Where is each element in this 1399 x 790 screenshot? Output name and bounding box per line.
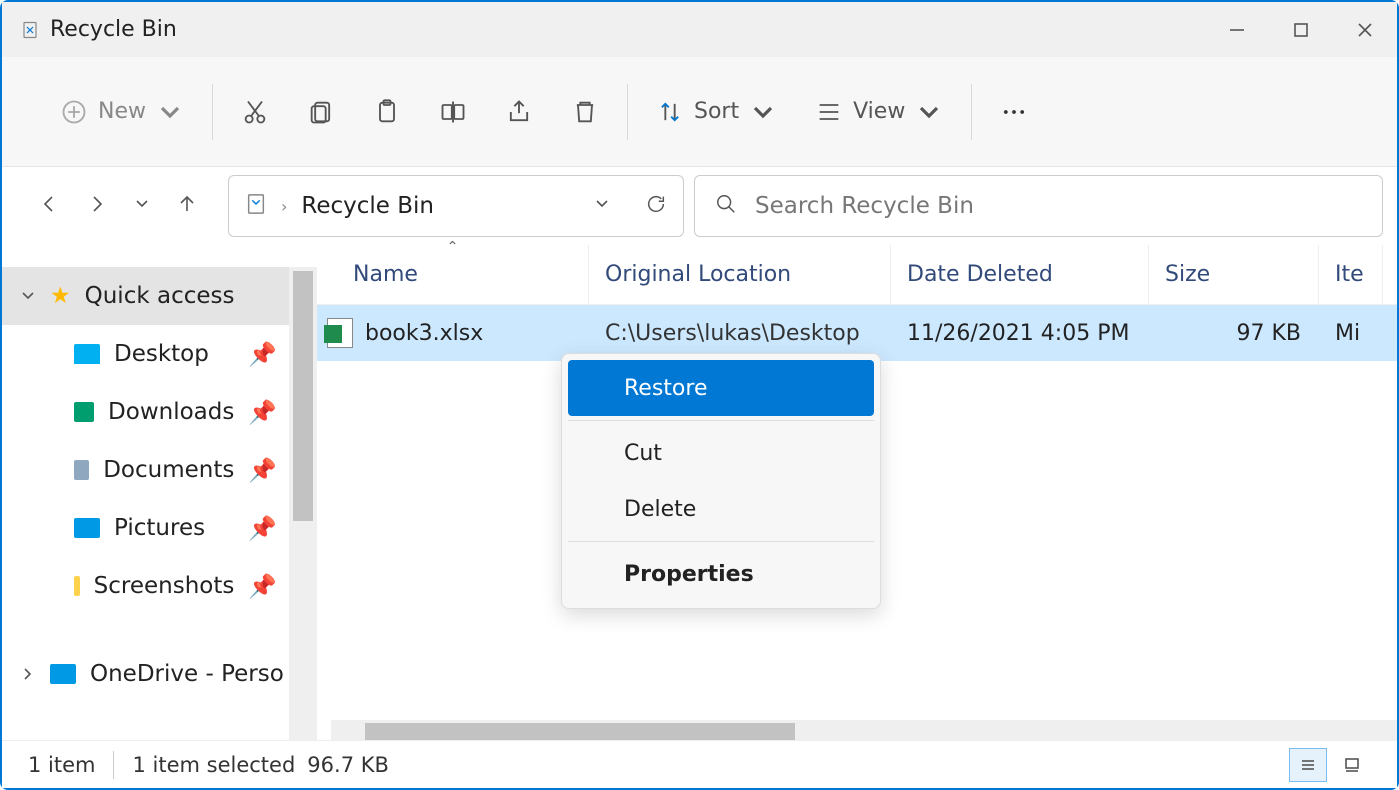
view-button[interactable]: View [815, 98, 943, 126]
maximize-button[interactable] [1269, 2, 1333, 57]
horizontal-scrollbar-thumb[interactable] [365, 723, 795, 741]
back-button[interactable] [38, 193, 60, 219]
forward-button[interactable] [86, 193, 108, 219]
chevron-right-icon [20, 666, 36, 682]
sidebar-scrollbar-thumb[interactable] [293, 271, 313, 521]
pin-icon: 📌 [248, 515, 277, 542]
column-header-date-deleted[interactable]: Date Deleted [891, 245, 1149, 304]
folder-icon [74, 344, 100, 364]
sidebar-item-screenshots[interactable]: Screenshots 📌 [2, 557, 317, 615]
chevron-down-icon [749, 98, 777, 126]
new-label: New [98, 99, 146, 124]
refresh-button[interactable] [645, 193, 667, 219]
chevron-down-icon [20, 288, 36, 304]
context-menu-delete[interactable]: Delete [568, 481, 874, 537]
new-button[interactable]: New [60, 98, 184, 126]
breadcrumb-location[interactable]: Recycle Bin [301, 193, 434, 219]
status-item-count: 1 item [28, 753, 95, 777]
window-title: Recycle Bin [50, 17, 177, 42]
excel-file-icon [327, 318, 353, 348]
paste-button[interactable] [373, 98, 401, 126]
context-menu-cut[interactable]: Cut [568, 425, 874, 481]
minimize-button[interactable] [1205, 2, 1269, 57]
sidebar-item-documents[interactable]: Documents 📌 [2, 441, 317, 499]
toolbar: New Sort View [2, 57, 1397, 167]
copy-button[interactable] [307, 98, 335, 126]
folder-icon [74, 518, 100, 538]
sidebar-item-downloads[interactable]: Downloads 📌 [2, 383, 317, 441]
context-menu-separator [568, 420, 874, 421]
file-name: book3.xlsx [365, 321, 483, 346]
rename-button[interactable] [439, 98, 467, 126]
delete-button[interactable] [571, 98, 599, 126]
context-menu-properties[interactable]: Properties [568, 546, 874, 602]
column-header-name[interactable]: ⌃ Name [317, 245, 589, 304]
up-button[interactable] [176, 193, 198, 219]
sort-button[interactable]: Sort [656, 98, 777, 126]
recycle-bin-icon [20, 20, 40, 40]
details-view-button[interactable] [1289, 748, 1327, 782]
navigation-pane: ★ Quick access Desktop 📌 Downloads 📌 Doc… [2, 245, 317, 744]
file-list: ⌃ Name Original Location Date Deleted Si… [317, 245, 1397, 744]
file-date-deleted: 11/26/2021 4:05 PM [891, 321, 1149, 346]
chevron-down-icon [915, 98, 943, 126]
search-box[interactable] [694, 175, 1383, 237]
folder-icon [74, 460, 89, 480]
sidebar-item-pictures[interactable]: Pictures 📌 [2, 499, 317, 557]
column-header-original-location[interactable]: Original Location [589, 245, 891, 304]
view-label: View [853, 99, 905, 124]
sidebar-item-onedrive[interactable]: OneDrive - Perso [2, 645, 317, 703]
column-header-item-type[interactable]: Ite [1319, 245, 1383, 304]
quick-access-label: Quick access [85, 283, 235, 309]
search-icon [715, 193, 737, 219]
thumbnails-view-button[interactable] [1333, 748, 1371, 782]
breadcrumb-dropdown[interactable] [593, 195, 611, 217]
pin-icon: 📌 [248, 457, 277, 484]
sort-indicator-icon: ⌃ [447, 239, 459, 255]
column-header-size[interactable]: Size [1149, 245, 1319, 304]
sidebar-item-quick-access[interactable]: ★ Quick access [2, 267, 317, 325]
context-menu: Restore Cut Delete Properties [561, 353, 881, 609]
chevron-down-icon [156, 98, 184, 126]
chevron-right-icon: › [281, 197, 287, 216]
folder-icon [74, 402, 94, 422]
column-headers: ⌃ Name Original Location Date Deleted Si… [317, 245, 1397, 305]
status-selected-count: 1 item selected [132, 753, 295, 777]
context-menu-separator [568, 541, 874, 542]
more-button[interactable] [1000, 98, 1028, 126]
share-button[interactable] [505, 98, 533, 126]
title-bar: Recycle Bin [2, 2, 1397, 57]
search-input[interactable] [755, 193, 1362, 219]
file-size: 97 KB [1149, 321, 1319, 346]
star-icon: ★ [50, 283, 71, 309]
recent-locations-button[interactable] [134, 196, 150, 216]
pin-icon: 📌 [248, 341, 277, 368]
file-item-type: Mi [1319, 321, 1383, 346]
pin-icon: 📌 [248, 399, 277, 426]
address-bar[interactable]: › Recycle Bin [228, 175, 684, 237]
sidebar-item-desktop[interactable]: Desktop 📌 [2, 325, 317, 383]
file-original-location: C:\Users\lukas\Desktop [589, 321, 891, 346]
navigation-row: › Recycle Bin [2, 167, 1397, 245]
close-button[interactable] [1333, 2, 1397, 57]
recycle-bin-icon [245, 193, 267, 219]
sort-label: Sort [694, 99, 739, 124]
status-selected-size: 96.7 KB [307, 753, 389, 777]
status-bar: 1 item 1 item selected 96.7 KB [2, 740, 1397, 788]
context-menu-restore[interactable]: Restore [568, 360, 874, 416]
pin-icon: 📌 [248, 573, 277, 600]
folder-icon [74, 576, 80, 596]
onedrive-icon [50, 664, 76, 684]
cut-button[interactable] [241, 98, 269, 126]
